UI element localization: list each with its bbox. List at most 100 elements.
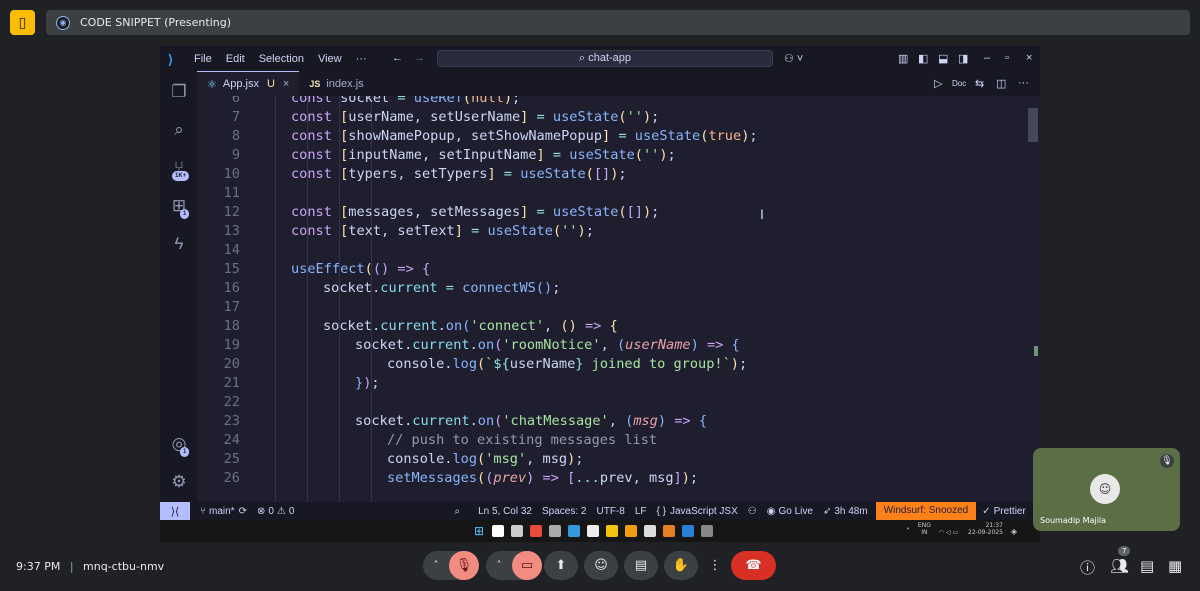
menu-file[interactable]: File [194, 53, 212, 65]
forward-arrow-icon[interactable]: → [414, 52, 425, 64]
tab-app-jsx[interactable]: ⚛ App.jsx U × [197, 71, 300, 96]
taskbar-app-icon[interactable] [587, 525, 600, 537]
menu-view[interactable]: View [318, 53, 342, 65]
menu-edit[interactable]: Edit [226, 53, 245, 65]
tray-arrow-icon[interactable]: ˄ [906, 527, 910, 536]
taskbar-app-icon[interactable] [606, 525, 619, 537]
doc-action[interactable]: Doc [952, 79, 966, 88]
windsurf-status[interactable]: Windsurf: Snoozed [875, 502, 977, 520]
tray-clock[interactable]: 21:37 22-09-2025 [968, 522, 1003, 536]
code-line[interactable]: 6 const socket = useRef(null); [197, 96, 1040, 108]
code-line[interactable]: 10 const [typers, setTypers] = useState([… [197, 165, 1040, 184]
code-line[interactable]: 17 [197, 298, 1040, 317]
code-line[interactable]: 21}); [197, 374, 1040, 393]
close-window-icon[interactable]: × [1026, 52, 1032, 64]
editor-scrollbar[interactable] [1028, 108, 1038, 142]
raise-hand-button[interactable]: ✋ [664, 551, 698, 580]
copilot-status-icon[interactable]: ⚇ [748, 506, 757, 517]
code-line[interactable]: 23 socket.current.on('chatMessage', (msg)… [197, 412, 1040, 431]
split-editor-icon[interactable]: ◫ [996, 77, 1006, 90]
toggle-secondary-sidebar-icon[interactable]: ◨ [958, 52, 968, 65]
code-line[interactable]: 19 socket.current.on('roomNotice', (userN… [197, 336, 1040, 355]
explorer-icon[interactable]: ❐ [168, 81, 190, 103]
run-icon[interactable]: ▷ [934, 77, 942, 90]
encoding[interactable]: UTF-8 [596, 506, 624, 517]
notification-icon[interactable]: ◈ [1011, 527, 1017, 536]
present-screen-button[interactable]: ⬆ [544, 551, 578, 580]
chat-icon[interactable]: ▤ [1140, 557, 1154, 575]
meeting-details-icon[interactable]: ⓘ [1080, 557, 1095, 578]
activities-icon[interactable]: ▦ [1168, 557, 1182, 575]
people-icon[interactable]: 👥︎ [1110, 557, 1129, 575]
wifi-icon[interactable]: ◠ ◁ ▭ [939, 529, 958, 536]
code-line[interactable]: 25 console.log('msg', msg); [197, 450, 1040, 469]
taskbar-app-icon[interactable] [682, 525, 695, 537]
prettier-status[interactable]: Prettier [994, 506, 1026, 517]
code-line[interactable]: 24 // push to existing messages list [197, 431, 1040, 450]
code-line[interactable]: 11 [197, 184, 1040, 203]
code-line[interactable]: 8 const [showNamePopup, setShowNamePopup]… [197, 127, 1040, 146]
source-control-icon[interactable]: ⑂ 1K+ [168, 157, 190, 181]
open-changes-icon[interactable]: ⇆ [975, 77, 984, 90]
sync-icon[interactable]: ⟳ [239, 506, 247, 517]
taskbar-app-icon[interactable] [530, 525, 543, 537]
layout-icon[interactable]: ▥ [898, 52, 908, 65]
command-center-search[interactable]: ⌕ chat-app [437, 50, 773, 67]
remote-icon[interactable]: ⟩⟨ [160, 502, 190, 520]
code-line[interactable]: 9 const [inputName, setInputName] = useSt… [197, 146, 1040, 165]
go-live[interactable]: Go Live [778, 506, 812, 517]
session-time[interactable]: 3h 48m [834, 506, 867, 517]
zoom-icon[interactable]: ⌕ [454, 506, 460, 517]
code-line[interactable]: 16 socket.current = connectWS(); [197, 279, 1040, 298]
code-line[interactable]: 20 console.log(`${userName} joined to gro… [197, 355, 1040, 374]
more-actions-icon[interactable]: ··· [1018, 77, 1029, 89]
code-line[interactable]: 13 const [text, setText] = useState(''); [197, 222, 1040, 241]
video-options-chevron-icon[interactable]: ˄ [486, 560, 512, 571]
cursor-position[interactable]: Ln 5, Col 32 [478, 506, 532, 517]
taskbar-app-icon[interactable] [549, 525, 562, 537]
tab-index-js[interactable]: JS index.js [299, 71, 373, 96]
settings-gear-icon[interactable]: ⚙ [168, 471, 190, 493]
audio-options-chevron-icon[interactable]: ˄ [423, 560, 449, 571]
branch-name[interactable]: main* [209, 506, 235, 517]
back-arrow-icon[interactable]: ← [392, 52, 403, 64]
mic-off-icon[interactable]: 🎙︎ [449, 551, 479, 580]
lightning-icon[interactable]: ϟ [168, 233, 190, 255]
taskbar-app-icon[interactable] [492, 525, 505, 537]
search-icon[interactable]: ⌕ [168, 119, 190, 141]
code-editor[interactable]: 6 const socket = useRef(null); 7 const [use… [197, 96, 1040, 502]
accounts-icon[interactable]: ◎ 1 [168, 433, 190, 457]
extensions-icon[interactable]: ⊞ 1 [168, 195, 190, 219]
taskbar-app-icon[interactable] [663, 525, 676, 537]
end-of-line[interactable]: LF [635, 506, 647, 517]
toggle-sidebar-icon[interactable]: ◧ [918, 52, 928, 65]
camera-control[interactable]: ˄ ▭ [486, 551, 542, 580]
input-language[interactable]: ENG IN [918, 522, 931, 536]
restore-icon[interactable]: ▫ [1005, 52, 1009, 64]
menu-more[interactable]: ··· [356, 53, 367, 65]
code-line[interactable]: 18 socket.current.on('connect', () => { [197, 317, 1040, 336]
toggle-panel-icon[interactable]: ⬓ [938, 52, 948, 65]
code-line[interactable]: 26 setMessages((prev) => [...prev, msg]); [197, 469, 1040, 488]
language-mode[interactable]: JavaScript JSX [670, 506, 738, 517]
start-icon[interactable]: ⊞ [474, 524, 484, 538]
meet-home-icon[interactable]: ▯ [10, 10, 35, 35]
participant-tile[interactable]: 🎙︎ ☺ Soumadip Majila [1033, 448, 1180, 531]
taskbar-app-icon[interactable] [625, 525, 638, 537]
taskbar-app-icon[interactable] [644, 525, 657, 537]
code-line[interactable]: 12 const [messages, setMessages] = useSta… [197, 203, 1040, 222]
minimize-icon[interactable]: – [984, 52, 990, 64]
mic-control[interactable]: ˄ 🎙︎ [423, 551, 479, 580]
menu-selection[interactable]: Selection [259, 53, 304, 65]
indentation[interactable]: Spaces: 2 [542, 506, 586, 517]
taskbar-app-icon[interactable] [511, 525, 524, 537]
code-line[interactable]: 14 [197, 241, 1040, 260]
taskbar-app-icon[interactable] [701, 525, 714, 537]
emoji-button[interactable]: ☺ [584, 551, 618, 580]
code-line[interactable]: 15 useEffect(() => { [197, 260, 1040, 279]
code-line[interactable]: 22 [197, 393, 1040, 412]
error-count[interactable]: 0 [268, 506, 274, 517]
camera-off-icon[interactable]: ▭ [512, 551, 542, 580]
more-options-button[interactable]: ⋮ [704, 551, 726, 580]
captions-button[interactable]: ▤ [624, 551, 658, 580]
